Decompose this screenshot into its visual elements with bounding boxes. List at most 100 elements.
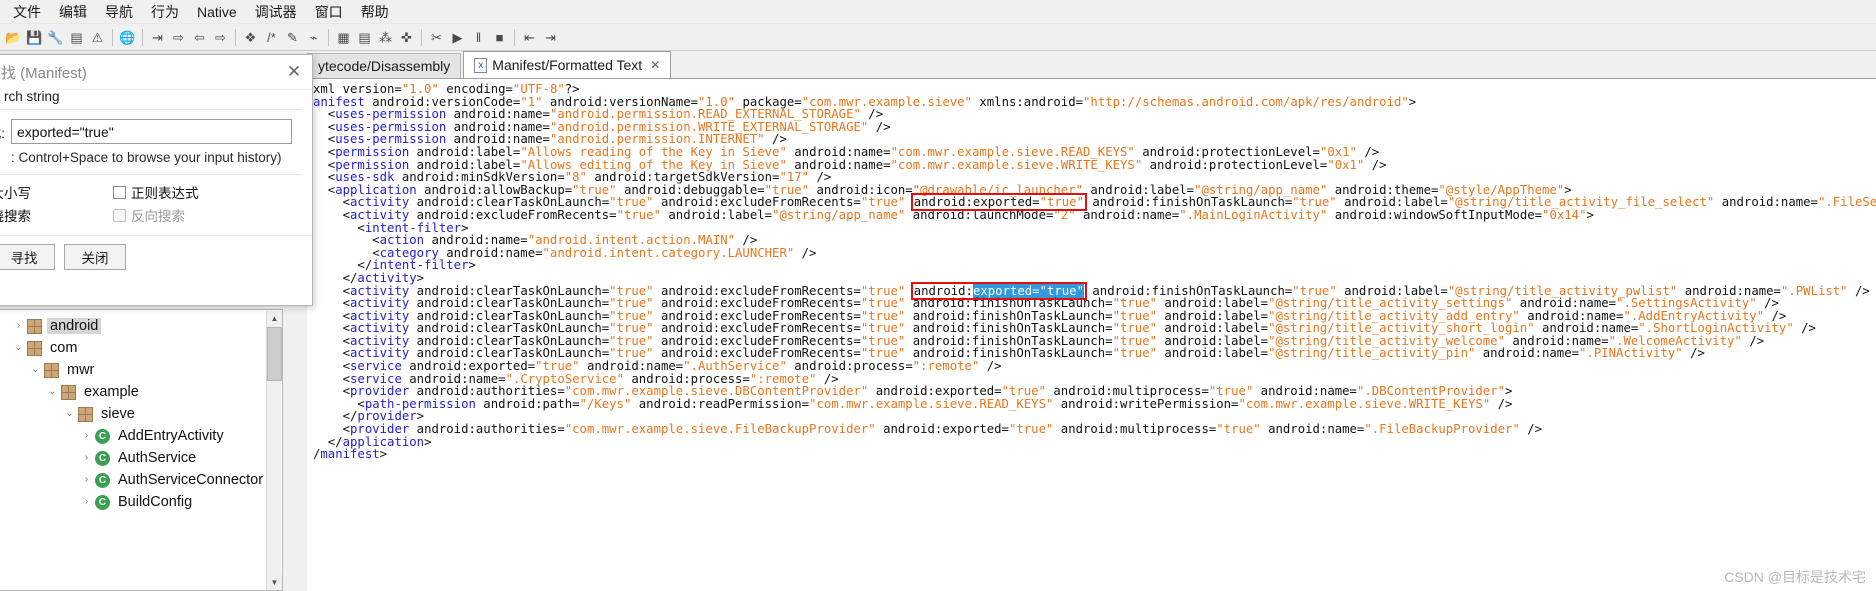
comment-icon[interactable]: /* [262, 28, 281, 47]
tree-item-label: example [84, 384, 139, 400]
tree-item-buildconfig[interactable]: › BuildConfig [0, 491, 282, 513]
code-token: /> [1490, 396, 1513, 411]
menu-help[interactable]: 帮助 [352, 0, 398, 24]
tree-scrollbar[interactable]: ▲ ▼ [266, 311, 282, 590]
search-string-group-label: rch string [1, 89, 63, 104]
xml-icon [474, 57, 488, 73]
save-icon[interactable]: 💾 [25, 28, 44, 47]
terminal-icon[interactable]: ▤ [67, 28, 86, 47]
graph-icon[interactable]: ❖ [241, 28, 260, 47]
tree-scrollbar-thumb[interactable] [267, 327, 282, 381]
code-token: > [468, 258, 476, 273]
menu-debugger[interactable]: 调试器 [246, 0, 306, 24]
find-options: 分大小写 正则表达式环绕搜索 反向搜索 [0, 175, 312, 225]
find-button[interactable]: 寻找 [0, 244, 55, 270]
code-token: android:readPermission= [631, 396, 810, 411]
tab-manifest-formatted-text[interactable]: Manifest/Formatted Text ✕ [463, 51, 672, 78]
code-token: android:windowSoftInputMode= [1327, 207, 1543, 222]
close-icon[interactable]: ✕ [284, 62, 304, 82]
chevron-down-icon[interactable]: ⌄ [27, 365, 44, 375]
code-token: android:name= [1475, 346, 1580, 361]
checkbox-icon[interactable] [113, 185, 126, 199]
package-tree: › android ⌄ com ⌄ mwr ⌄ example ⌄ sieve › AddEntryA… [0, 310, 282, 590]
class-icon [95, 472, 110, 488]
tree-item-label: BuildConfig [118, 494, 193, 510]
code-token: "com.mwr.example.sieve.FileBackupProvide… [564, 422, 876, 437]
code-token: /> [1793, 321, 1816, 336]
toolbar-separator [328, 28, 329, 46]
menu-window[interactable]: 窗口 [306, 0, 352, 24]
toolbar-separator [235, 28, 236, 46]
option-regex[interactable]: 正则表达式 [113, 182, 263, 202]
option-reverse-search[interactable]: 反向搜索 [113, 205, 263, 225]
menu-native[interactable]: Native [188, 2, 246, 22]
package-icon [44, 362, 59, 378]
code-token: > [1408, 94, 1417, 109]
tree-item-label: sieve [101, 406, 135, 422]
code-token: ":remote" [912, 359, 980, 374]
toolbar-separator [421, 28, 422, 46]
menu-file[interactable]: 文件 [4, 0, 50, 24]
table-view-icon[interactable]: ▦ [334, 28, 353, 47]
rename-icon[interactable]: ⌁ [304, 28, 323, 47]
chevron-right-icon[interactable]: › [78, 431, 95, 441]
code-token: > [424, 434, 432, 449]
step-forward-icon[interactable]: ⇥ [541, 28, 560, 47]
run-icon[interactable]: ▶ [448, 28, 467, 47]
code-token: /> [1364, 157, 1387, 172]
code-token: android:name= [1714, 195, 1818, 210]
package-tree-panel: › android ⌄ com ⌄ mwr ⌄ example ⌄ sieve › AddEntryA… [0, 309, 283, 591]
crossrefs-icon[interactable]: ✜ [397, 28, 416, 47]
wrench-icon[interactable]: 🔧 [46, 28, 65, 47]
manifest-code-view[interactable]: xml version="1.0" encoding="UTF-8"?> anif… [307, 79, 1876, 591]
chevron-right-icon[interactable]: › [10, 321, 27, 331]
scroll-up-icon[interactable]: ▲ [267, 311, 282, 326]
chevron-down-icon[interactable]: ⌄ [44, 387, 61, 397]
back-icon[interactable]: ⇦ [190, 28, 209, 47]
tree-item-sieve[interactable]: ⌄ sieve [0, 403, 282, 425]
code-token: /> [794, 245, 817, 260]
toolbar-separator [112, 28, 113, 46]
step-into-icon[interactable]: ⇥ [148, 28, 167, 47]
tree-item-example[interactable]: ⌄ example [0, 381, 282, 403]
tree-item-android[interactable]: › android [0, 315, 282, 337]
globe-icon[interactable]: 🌐 [118, 28, 137, 47]
option-wrap-search[interactable]: 环绕搜索 [0, 205, 109, 225]
toolbar: 📂 💾 🔧 ▤ ⚠ 🌐 ⇥ ⇨ ⇦ ⇨ ❖/* ✎ ⌁ ▦ ▤ ⁂ ✜ ✂ ▶ ‖ ■ ⇤ ⇥ [0, 24, 1876, 51]
search-input[interactable] [11, 119, 292, 144]
list-view-icon[interactable]: ▤ [355, 28, 374, 47]
warning-icon[interactable]: ⚠ [88, 28, 107, 47]
chevron-right-icon[interactable]: › [78, 497, 95, 507]
chevron-right-icon[interactable]: › [78, 453, 95, 463]
tab-bytecode-disassembly[interactable]: ytecode/Disassembly [307, 53, 462, 78]
close-button[interactable]: 关闭 [64, 244, 126, 270]
chevron-right-icon[interactable]: › [78, 475, 95, 485]
stop-icon[interactable]: ■ [490, 28, 509, 47]
code-token: xmlns:android= [971, 94, 1084, 109]
menu-action[interactable]: 行为 [142, 0, 188, 24]
tab-close-icon[interactable]: ✕ [650, 58, 660, 72]
tree-item-addentryactivity[interactable]: › AddEntryActivity [0, 425, 282, 447]
step-over-icon[interactable]: ⇨ [169, 28, 188, 47]
code-token: android:name= [1075, 207, 1180, 222]
tree-item-authserviceconnector[interactable]: › AuthServiceConnector [0, 469, 282, 491]
tree-item-authservice[interactable]: › AuthService [0, 447, 282, 469]
code-token: "true" [1216, 422, 1261, 437]
edit-icon[interactable]: ✎ [283, 28, 302, 47]
scroll-down-icon[interactable]: ▼ [267, 575, 282, 590]
option-match-case[interactable]: 分大小写 [0, 182, 109, 202]
menu-navigate[interactable]: 导航 [96, 0, 142, 24]
tree-item-mwr[interactable]: ⌄ mwr [0, 359, 282, 381]
chevron-down-icon[interactable]: ⌄ [61, 409, 78, 419]
tree-item-com[interactable]: ⌄ com [0, 337, 282, 359]
forward-icon[interactable]: ⇨ [211, 28, 230, 47]
open-folder-icon[interactable]: 📂 [4, 28, 23, 47]
pause-icon[interactable]: ‖ [469, 28, 488, 47]
step-back-icon[interactable]: ⇤ [520, 28, 539, 47]
code-token: "/Keys" [579, 396, 632, 411]
strings-icon[interactable]: ⁂ [376, 28, 395, 47]
chevron-down-icon[interactable]: ⌄ [10, 343, 27, 353]
cut-icon[interactable]: ✂ [427, 28, 446, 47]
menu-edit[interactable]: 编辑 [50, 0, 96, 24]
checkbox-icon[interactable] [113, 208, 126, 222]
